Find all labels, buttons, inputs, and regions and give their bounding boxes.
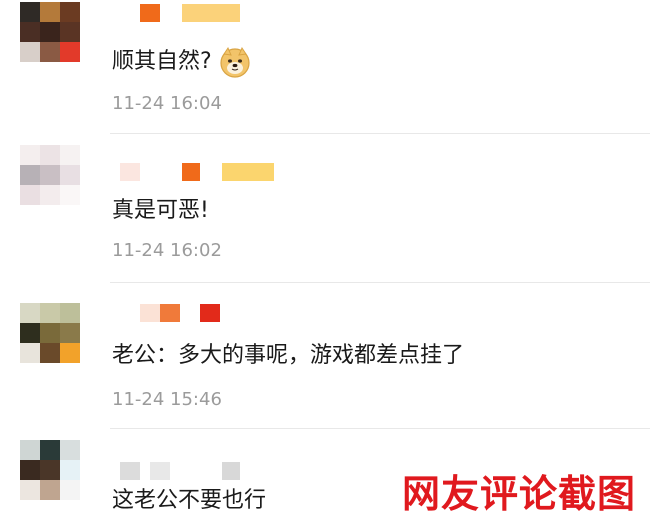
comment-text: 这老公不要也行 [112,488,267,513]
avatar[interactable] [20,440,80,500]
comment-time: 11-24 16:04 [112,93,222,114]
divider [110,133,650,134]
comment-text: 老公：多大的事呢，游戏都差点挂了 [112,343,465,368]
comment-text-content: 顺其自然? [112,49,212,74]
avatar[interactable] [20,303,80,363]
comment-item: 老公：多大的事呢，游戏都差点挂了 11-24 15:46 [0,285,650,430]
divider [110,428,650,429]
doge-emoji-icon [220,46,250,78]
avatar[interactable] [20,2,80,62]
watermark-label: 网友评论截图 [401,472,636,516]
comment-time: 11-24 15:46 [112,389,222,410]
comment-text: 真是可恶! [112,198,209,223]
comment-item: 真是可恶! 11-24 16:02 [0,135,650,285]
divider [110,282,650,283]
comment-text: 顺其自然? [112,45,252,79]
comment-time: 11-24 16:02 [112,240,222,261]
avatar[interactable] [20,145,80,205]
comment-item: 顺其自然? 11-24 16:04 [0,0,650,135]
